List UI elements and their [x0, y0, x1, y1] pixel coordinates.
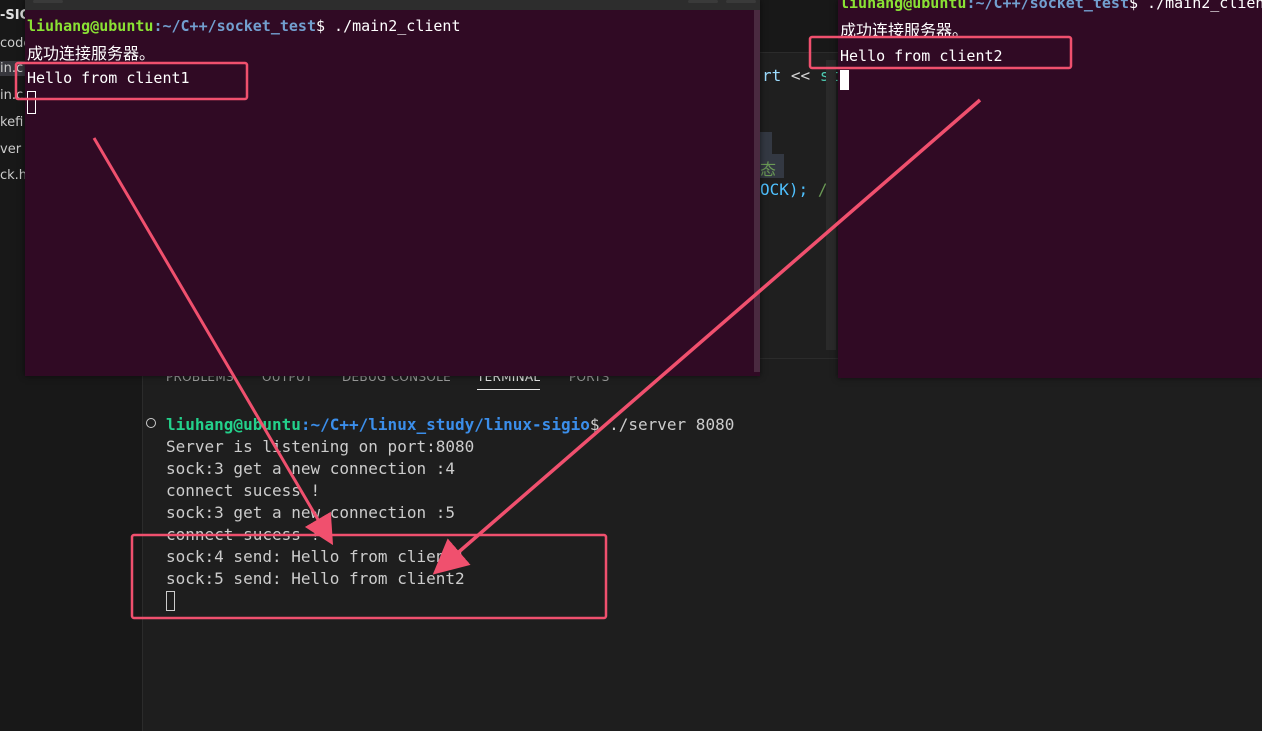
editor-tab-bar: [760, 0, 838, 53]
titlebar-button[interactable]: [33, 0, 63, 3]
code-comment: 态: [760, 160, 777, 179]
explorer-file[interactable]: in.c: [0, 88, 23, 103]
client1-terminal-window[interactable]: liuhang@ubuntu:~/C++/socket_test$ ./main…: [25, 0, 760, 376]
server-output-line: sock:4 send: Hello from client1: [166, 547, 465, 566]
terminal-cursor: [166, 591, 175, 611]
client1-sent-msg: Hello from client1: [27, 69, 190, 87]
client2-terminal-window[interactable]: liuhang@ubuntu:~/C++/socket_test$ ./main…: [838, 0, 1262, 378]
command-status-dot-icon: [146, 418, 156, 428]
terminal-scrollbar[interactable]: [754, 10, 760, 372]
line-highlight: [760, 132, 772, 154]
titlebar-button[interactable]: [688, 0, 718, 3]
terminal-cursor: [840, 70, 849, 90]
server-output-line: sock:3 get a new connection :4: [166, 459, 455, 478]
client1-prompt: liuhang@ubuntu:~/C++/socket_test$ ./main…: [27, 17, 461, 35]
client1-connected-msg: 成功连接服务器。: [27, 44, 156, 63]
explorer-file[interactable]: kefi: [0, 115, 23, 130]
code-editor[interactable]: rt << st 态 OCK); /.: [760, 0, 838, 358]
server-output-line: sock:5 send: Hello from client2: [166, 569, 465, 588]
server-output-line: sock:3 get a new connection :5: [166, 503, 455, 522]
server-output-line: Server is listening on port:8080: [166, 437, 475, 456]
server-output-line: connect sucess !: [166, 481, 321, 500]
titlebar-button[interactable]: [726, 0, 756, 3]
client2-sent-msg: Hello from client2: [840, 47, 1003, 65]
server-prompt: liuhang@ubuntu:~/C++/linux_study/linux-s…: [166, 415, 735, 434]
terminal-cursor: [27, 91, 36, 114]
client2-prompt: liuhang@ubuntu:~/C++/socket_test$ ./main…: [840, 0, 1262, 12]
window-titlebar: [25, 0, 760, 10]
explorer-file[interactable]: ver: [0, 142, 21, 157]
editor-scrollbar[interactable]: [826, 60, 836, 350]
server-output-line: connect sucess !: [166, 525, 321, 544]
client2-connected-msg: 成功连接服务器。: [840, 21, 969, 40]
